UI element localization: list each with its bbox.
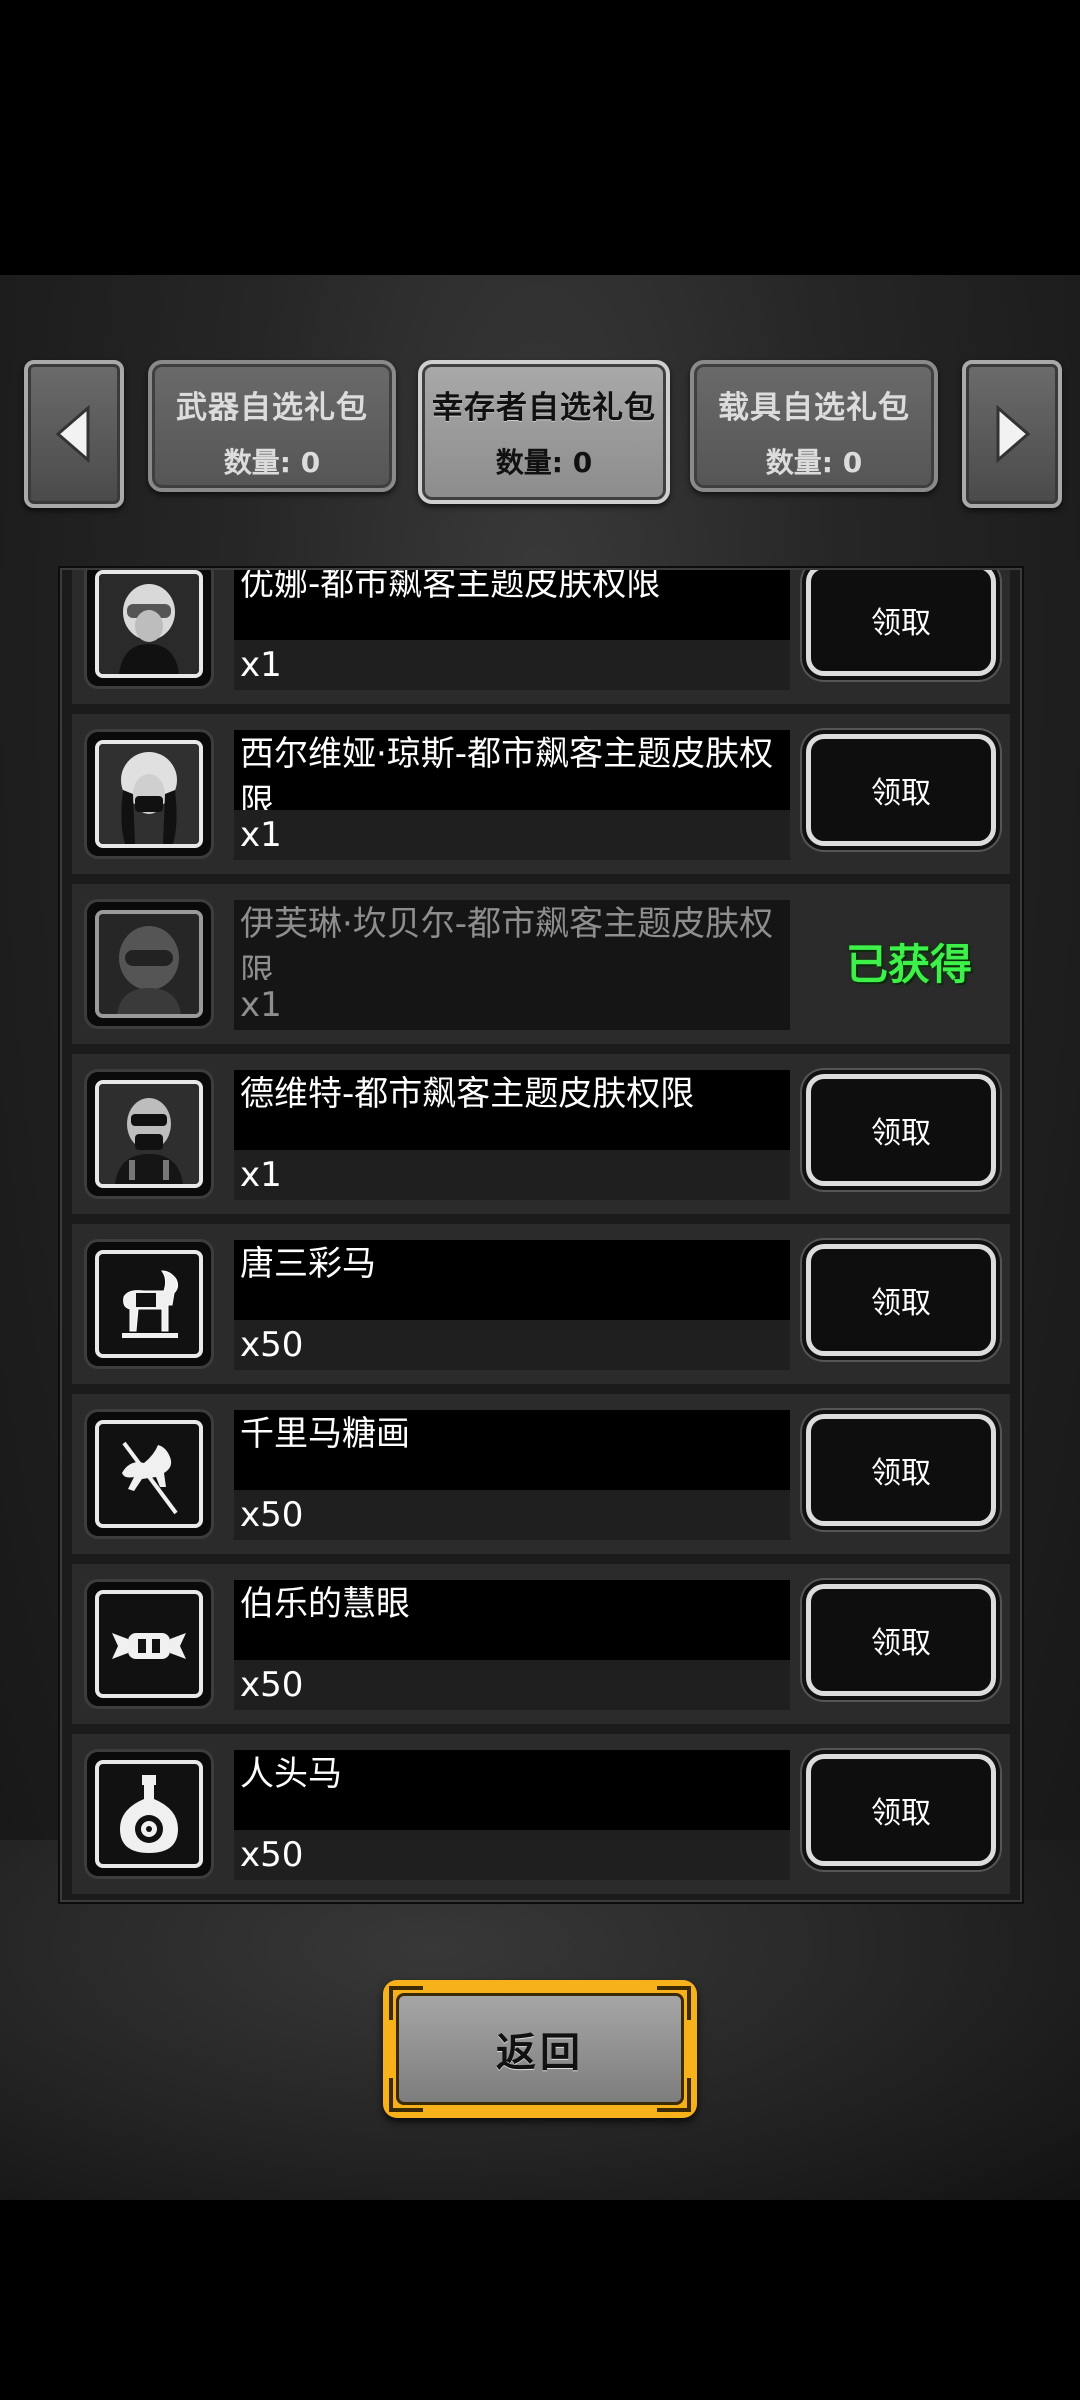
cognac-bottle-icon <box>104 1769 194 1859</box>
list-item: 德维特-都市飙客主题皮肤权限 x1 领取 <box>72 1054 1010 1214</box>
list-item: 人头马 x50 领取 <box>72 1734 1010 1894</box>
tab-survivor-pack[interactable]: 幸存者自选礼包 数量: 0 <box>418 360 670 504</box>
masked-man-portrait <box>99 1084 199 1184</box>
back-button[interactable]: 返回 <box>383 1980 697 2118</box>
list-item: 唐三彩马 x50 领取 <box>72 1224 1010 1384</box>
item-quantity: x50 <box>234 1830 790 1880</box>
masked-woman-portrait <box>99 744 199 844</box>
tab-title: 幸存者自选礼包 <box>432 390 656 426</box>
tab-count: 数量: 0 <box>223 446 321 479</box>
list-item: 伊芙琳·坎贝尔-都市飙客主题皮肤权限 x1 已获得 <box>72 884 1010 1044</box>
ornament-corner <box>389 1986 423 2020</box>
item-icon-frame <box>84 1579 214 1709</box>
ornament-corner <box>389 2078 423 2112</box>
item-name: 唐三彩马 <box>234 1240 790 1320</box>
item-name: 西尔维娅·琼斯-都市飙客主题皮肤权限 <box>234 730 790 810</box>
item-icon-frame <box>84 899 214 1029</box>
tab-weapon-pack[interactable]: 武器自选礼包 数量: 0 <box>148 360 396 492</box>
prev-tab-button[interactable] <box>24 360 124 508</box>
obtained-label: 已获得 <box>845 939 972 989</box>
item-icon-frame <box>84 570 214 689</box>
arrow-right-icon <box>996 404 1031 464</box>
claim-button[interactable]: 领取 <box>806 1244 996 1356</box>
list-item: 西尔维娅·琼斯-都市飙客主题皮肤权限 x1 领取 <box>72 714 1010 874</box>
claim-button[interactable]: 领取 <box>806 1584 996 1696</box>
tab-title: 武器自选礼包 <box>176 390 368 426</box>
claim-button[interactable]: 领取 <box>806 570 996 676</box>
item-name: 伊芙琳·坎贝尔-都市飙客主题皮肤权限 <box>234 900 790 980</box>
screen: 武器自选礼包 数量: 0 幸存者自选礼包 数量: 0 载具自选礼包 数量: 0 <box>0 0 1080 2400</box>
item-icon-frame <box>84 729 214 859</box>
item-name: 优娜-都市飙客主题皮肤权限 <box>234 570 790 640</box>
arrow-left-icon <box>55 404 90 464</box>
item-name: 德维特-都市飙客主题皮肤权限 <box>234 1070 790 1150</box>
item-quantity: x1 <box>234 640 790 690</box>
list-item: 优娜-都市飙客主题皮肤权限 x1 领取 <box>72 570 1010 704</box>
item-name: 伯乐的慧眼 <box>234 1580 790 1660</box>
item-quantity: x1 <box>234 810 790 860</box>
next-tab-button[interactable] <box>962 360 1062 508</box>
item-icon-frame <box>84 1749 214 1879</box>
sugar-horse-icon <box>104 1429 194 1519</box>
full-helmet-portrait <box>99 914 199 1014</box>
claim-button[interactable]: 领取 <box>806 1414 996 1526</box>
helmet-woman-portrait <box>99 574 199 674</box>
ornament-corner <box>657 2078 691 2112</box>
reward-list[interactable]: 优娜-都市飙客主题皮肤权限 x1 领取 西尔维娅·琼斯-都市飙客主题皮肤权限 x… <box>60 568 1022 1902</box>
claim-button[interactable]: 领取 <box>806 1074 996 1186</box>
list-item: 伯乐的慧眼 x50 领取 <box>72 1564 1010 1724</box>
item-quantity: x50 <box>234 1490 790 1540</box>
item-icon-frame <box>84 1069 214 1199</box>
tab-count: 数量: 0 <box>495 446 593 479</box>
claim-button[interactable]: 领取 <box>806 1754 996 1866</box>
claim-button[interactable]: 领取 <box>806 734 996 846</box>
back-button-label: 返回 <box>396 1993 684 2105</box>
item-name: 千里马糖画 <box>234 1410 790 1490</box>
item-quantity: x50 <box>234 1660 790 1710</box>
item-icon-frame <box>84 1409 214 1539</box>
item-quantity: x50 <box>234 1320 790 1370</box>
item-icon-frame <box>84 1239 214 1369</box>
item-name: 人头马 <box>234 1750 790 1830</box>
tab-title: 载具自选礼包 <box>718 390 910 426</box>
item-quantity: x1 <box>234 1150 790 1200</box>
ornament-corner <box>657 1986 691 2020</box>
item-quantity: x1 <box>234 980 790 1030</box>
tab-vehicle-pack[interactable]: 载具自选礼包 数量: 0 <box>690 360 938 492</box>
candy-icon <box>104 1599 194 1689</box>
tab-count: 数量: 0 <box>765 446 863 479</box>
list-item: 千里马糖画 x50 领取 <box>72 1394 1010 1554</box>
horse-statue-icon <box>104 1259 194 1349</box>
